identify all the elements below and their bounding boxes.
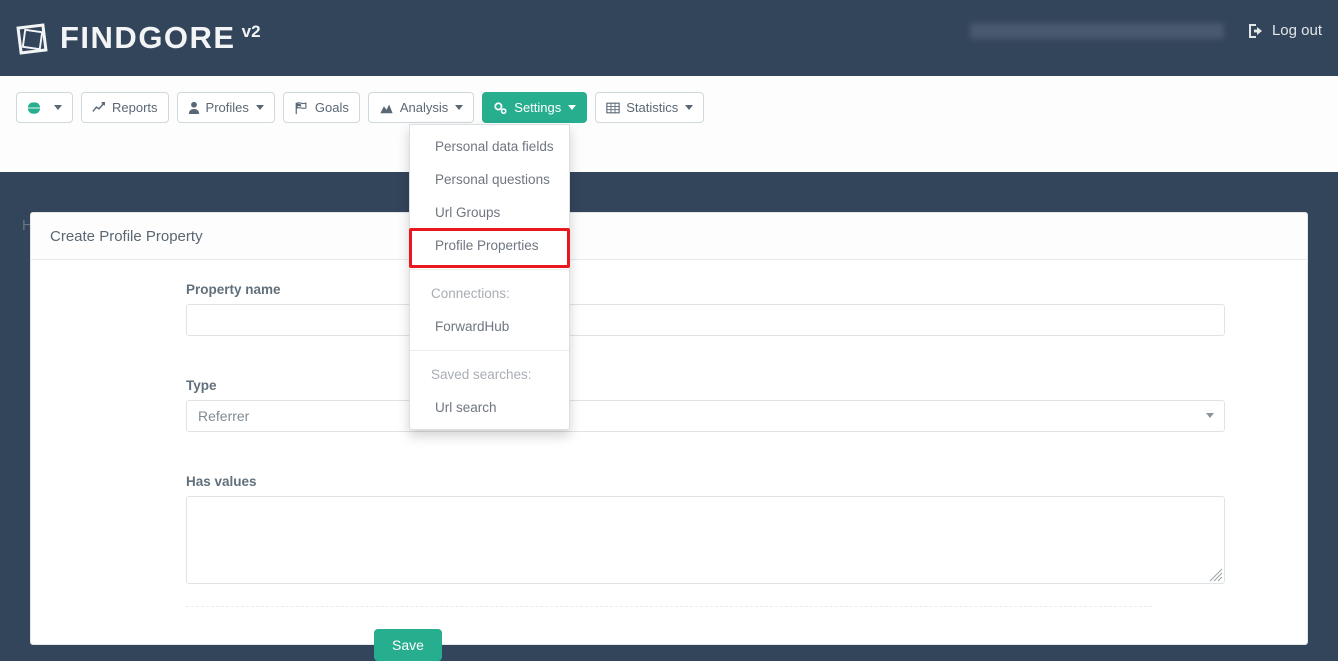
nav-zone: Reports Profiles Goals Analysis Settings… — [0, 76, 1338, 234]
brand-version: v2 — [241, 22, 261, 41]
nav-toolbar: Reports Profiles Goals Analysis Settings… — [16, 92, 712, 123]
nav-profiles-label: Profiles — [205, 100, 249, 115]
chevron-down-icon — [54, 105, 62, 110]
property-name-input[interactable] — [186, 304, 1225, 336]
chevron-down-icon — [685, 105, 694, 110]
menu-url-search[interactable]: Url search — [410, 391, 569, 424]
brand[interactable]: FINDGORE v2 — [16, 19, 261, 57]
user-label — [969, 22, 1224, 39]
nav-statistics[interactable]: Statistics — [595, 92, 705, 123]
table-icon — [606, 101, 620, 115]
user-icon — [188, 101, 200, 115]
globe-icon — [27, 100, 41, 115]
nav-reports-label: Reports — [112, 100, 158, 115]
nav-analysis[interactable]: Analysis — [367, 92, 475, 123]
nav-analysis-label: Analysis — [399, 100, 449, 115]
nav-settings-label: Settings — [514, 100, 562, 115]
chevron-down-icon — [255, 105, 264, 110]
form-actions: Save — [31, 607, 1307, 661]
has-values-label: Has values — [186, 474, 257, 489]
page-title: Create Profile Property — [50, 227, 203, 245]
line-chart-icon — [92, 101, 106, 115]
nav-globe[interactable] — [16, 92, 73, 123]
menu-header-saved-searches: Saved searches: — [431, 367, 532, 382]
has-values-textarea[interactable] — [186, 496, 1225, 584]
settings-dropdown-menu: Personal data fields Personal questions … — [409, 124, 570, 430]
nav-statistics-label: Statistics — [626, 100, 679, 115]
sign-out-icon — [1248, 23, 1264, 39]
save-button[interactable]: Save — [374, 629, 442, 661]
logout-button[interactable]: Log out — [1248, 22, 1322, 39]
area-chart-icon — [379, 101, 394, 115]
menu-url-groups[interactable]: Url Groups — [410, 196, 569, 229]
chevron-down-icon — [455, 105, 464, 110]
header-right: Log out — [969, 22, 1322, 39]
menu-forwardhub[interactable]: ForwardHub — [410, 310, 569, 343]
dark-band — [0, 172, 1338, 212]
card-header: Create Profile Property — [31, 213, 1307, 260]
card-body: Property name Type Has values — [31, 260, 1307, 661]
menu-personal-questions[interactable]: Personal questions — [410, 163, 569, 196]
field-group-has-values: Has values — [31, 474, 1307, 584]
menu-profile-properties[interactable]: Profile Properties — [410, 229, 569, 262]
gears-icon — [493, 101, 508, 115]
menu-header-connections: Connections: — [431, 286, 510, 301]
type-select[interactable] — [186, 400, 1225, 432]
chevron-down-icon — [568, 105, 577, 110]
square-frame-logo-icon — [16, 23, 48, 55]
menu-separator — [410, 269, 569, 270]
flag-icon — [294, 101, 309, 115]
nav-goals[interactable]: Goals — [282, 92, 360, 123]
nav-profiles[interactable]: Profiles — [176, 92, 275, 123]
logout-label: Log out — [1271, 22, 1322, 39]
nav-goals-label: Goals — [314, 100, 349, 115]
nav-settings[interactable]: Settings — [482, 92, 588, 123]
nav-reports[interactable]: Reports — [81, 92, 169, 123]
brand-name: FINDGORE — [60, 20, 236, 55]
field-group-type: Type — [31, 378, 1307, 432]
property-name-label: Property name — [186, 282, 281, 297]
create-profile-property-card: Create Profile Property Property name Ty… — [30, 212, 1308, 661]
menu-personal-data-fields[interactable]: Personal data fields — [410, 130, 569, 163]
field-group-property-name: Property name — [31, 282, 1307, 336]
app-header: FINDGORE v2 Log out — [0, 0, 1338, 76]
type-label: Type — [186, 378, 217, 393]
menu-separator — [410, 350, 569, 351]
